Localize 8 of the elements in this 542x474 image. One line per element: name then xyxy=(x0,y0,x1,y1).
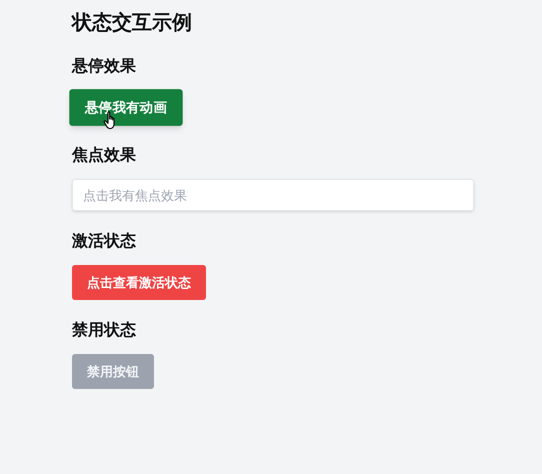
section-heading: 禁用状态 xyxy=(72,320,136,341)
page-title: 状态交互示例 xyxy=(72,10,192,36)
section-heading: 悬停效果 xyxy=(72,56,136,77)
button[interactable]: 悬停我有动画 xyxy=(69,89,183,126)
section-heading: 焦点效果 xyxy=(72,146,136,166)
button[interactable]: 点击查看激活状态 xyxy=(72,265,206,300)
input-field[interactable]: 点击我有焦点效果 xyxy=(72,179,474,211)
section-heading: 激活状态 xyxy=(72,231,136,252)
